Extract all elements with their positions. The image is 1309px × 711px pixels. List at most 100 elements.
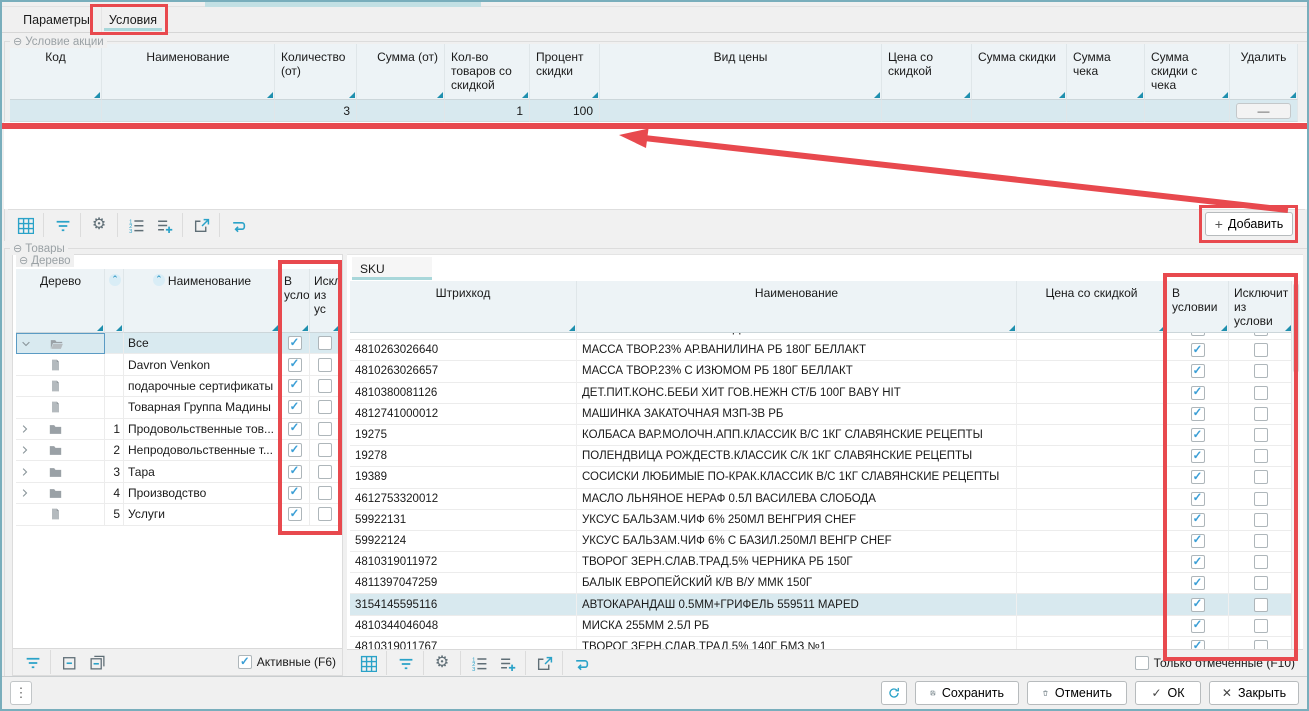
sku-name[interactable]: МАССА ТВОР.23% АР.ВАНИЛИНА РБ 180Г БЕЛЛА…: [577, 340, 1017, 361]
condition-cell[interactable]: [10, 100, 102, 122]
exclude-checkbox[interactable]: [318, 507, 332, 521]
sort-corner-icon[interactable]: [349, 92, 355, 98]
condition-column-header[interactable]: Удалить: [1230, 44, 1298, 100]
delete-row-button[interactable]: —: [1236, 103, 1291, 119]
sku-column-header[interactable]: Штрихкод: [350, 281, 577, 333]
tree-column-header[interactable]: ⌃I: [105, 269, 124, 333]
tree-row[interactable]: Товарная Группа Мадины✓: [16, 397, 341, 418]
sku-row[interactable]: 4812741000012МАШИНКА ЗАКАТОЧНАЯ МЗП-3В Р…: [350, 404, 1293, 425]
sku-row[interactable]: 19278ПОЛЕНДВИЦА РОЖДЕСТВ.КЛАССИК С/К 1КГ…: [350, 446, 1293, 467]
collapse-button[interactable]: [56, 649, 82, 675]
refresh-button[interactable]: [881, 681, 907, 705]
exclude-checkbox[interactable]: [318, 358, 332, 372]
sku-column-header[interactable]: Цена со скидкой: [1017, 281, 1167, 333]
tree-node-name[interactable]: Непродовольственные т...: [124, 440, 280, 461]
sku-row[interactable]: 4810319011972ТВОРОГ ЗЕРН.СЛАВ.ТРАД.5% ЧЕ…: [350, 552, 1293, 573]
condition-table-row[interactable]: 31100—: [10, 100, 1298, 122]
sort-corner-icon[interactable]: [272, 325, 278, 331]
tree-node-cell[interactable]: [16, 397, 105, 418]
tab-sku[interactable]: SKU: [352, 257, 432, 280]
exclude-checkbox[interactable]: [1254, 470, 1268, 484]
sku-row[interactable]: 19275КОЛБАСА ВАР.МОЛОЧН.АПП.КЛАССИК В/С …: [350, 425, 1293, 446]
sort-corner-icon[interactable]: [1221, 325, 1227, 331]
tree-node-cell[interactable]: [16, 461, 105, 482]
in-condition-checkbox[interactable]: ✓: [1191, 492, 1205, 506]
condition-column-header[interactable]: Сумма (от): [357, 44, 445, 100]
cancel-button[interactable]: Отменить: [1027, 681, 1127, 705]
open-external-button[interactable]: [531, 650, 557, 676]
sku-barcode[interactable]: 4810263026640: [350, 340, 577, 361]
sort-corner-icon[interactable]: [874, 92, 880, 98]
sku-column-header[interactable]: Исключит из услови: [1229, 281, 1293, 333]
sku-barcode[interactable]: 19275: [350, 425, 577, 446]
exclude-checkbox[interactable]: [318, 443, 332, 457]
in-condition-checkbox[interactable]: ✓: [288, 507, 302, 521]
sku-barcode[interactable]: 19389: [350, 467, 577, 488]
sku-discount-price[interactable]: [1017, 573, 1167, 594]
sort-corner-icon[interactable]: [1059, 92, 1065, 98]
tab-conditions[interactable]: Условия: [102, 7, 164, 32]
sku-barcode[interactable]: 19278: [350, 446, 577, 467]
numbered-list-button[interactable]: 123: [123, 212, 149, 238]
exclude-checkbox[interactable]: [318, 422, 332, 436]
in-condition-checkbox[interactable]: ✓: [288, 443, 302, 457]
tree-node-cell[interactable]: [16, 440, 105, 461]
condition-column-header[interactable]: Код: [10, 44, 102, 100]
tree-node-cell[interactable]: [16, 376, 105, 397]
sku-barcode[interactable]: 59922124: [350, 531, 577, 552]
in-condition-checkbox[interactable]: ✓: [1191, 407, 1205, 421]
tree-column-header[interactable]: ⌃Наименование: [124, 269, 280, 333]
scrollbar-thumb[interactable]: [1293, 283, 1299, 373]
sort-corner-icon[interactable]: [1159, 325, 1165, 331]
exclude-checkbox[interactable]: [318, 486, 332, 500]
tree-column-header[interactable]: В усло: [280, 269, 310, 333]
in-condition-checkbox[interactable]: ✓: [288, 465, 302, 479]
collapse-group-icon[interactable]: ⊖: [19, 255, 28, 267]
condition-cell[interactable]: 3: [275, 100, 357, 122]
sort-corner-icon[interactable]: [94, 92, 100, 98]
sku-discount-price[interactable]: [1017, 510, 1167, 531]
tree-node-cell[interactable]: [16, 504, 105, 525]
in-condition-checkbox[interactable]: ✓: [1191, 555, 1205, 569]
condition-column-header[interactable]: Наименование: [102, 44, 275, 100]
exclude-checkbox[interactable]: [1254, 534, 1268, 548]
filter-button[interactable]: [19, 649, 45, 675]
refresh-button[interactable]: [225, 212, 251, 238]
exclude-checkbox[interactable]: [1254, 619, 1268, 633]
tree-column-header[interactable]: Искл из ус: [310, 269, 341, 333]
chevron-right-icon[interactable]: [16, 444, 34, 456]
sku-name[interactable]: УКСУС БАЛЬЗАМ.ЧИФ 6% С БАЗИЛ.250МЛ ВЕНГР…: [577, 531, 1017, 552]
collapse-all-button[interactable]: [84, 649, 110, 675]
sku-name[interactable]: КОЛБАСА ВАР.МОЛОЧН.АПП.КЛАССИК В/С 1КГ С…: [577, 425, 1017, 446]
in-condition-checkbox[interactable]: ✓: [1191, 619, 1205, 633]
sort-corner-icon[interactable]: [964, 92, 970, 98]
in-condition-checkbox[interactable]: ✓: [288, 486, 302, 500]
numbered-list-button[interactable]: 123: [466, 650, 492, 676]
in-condition-checkbox[interactable]: ✓: [288, 400, 302, 414]
sku-discount-price[interactable]: [1017, 425, 1167, 446]
grid-button[interactable]: [355, 650, 381, 676]
condition-column-header[interactable]: Сумма скидки с чека: [1145, 44, 1230, 100]
close-button[interactable]: ✕Закрыть: [1209, 681, 1299, 705]
exclude-checkbox[interactable]: [318, 379, 332, 393]
condition-column-header[interactable]: Количество (от): [275, 44, 357, 100]
sku-barcode[interactable]: 4811397047259: [350, 573, 577, 594]
sku-barcode[interactable]: 4810263026657: [350, 361, 577, 382]
refresh-button[interactable]: [568, 650, 594, 676]
sku-discount-price[interactable]: [1017, 383, 1167, 404]
tree-node-cell[interactable]: [16, 333, 105, 354]
sku-name[interactable]: МАССА ТВОР.23% С ИЗЮМОМ РБ 180Г БЕЛЛАКТ: [577, 361, 1017, 382]
sort-corner-icon[interactable]: [116, 325, 122, 331]
tree-row[interactable]: Все✓: [16, 333, 341, 354]
sort-corner-icon[interactable]: [1290, 92, 1296, 98]
sku-name[interactable]: МИСКА 255ММ 2.5Л РБ: [577, 616, 1017, 637]
exclude-checkbox[interactable]: [1254, 364, 1268, 378]
exclude-checkbox[interactable]: [1254, 428, 1268, 442]
sort-ascending-icon[interactable]: ⌃: [109, 274, 121, 286]
active-f6-checkbox[interactable]: ✓: [238, 655, 252, 669]
only-marked-f10-checkbox[interactable]: [1135, 656, 1149, 670]
sort-corner-icon[interactable]: [522, 92, 528, 98]
in-condition-checkbox[interactable]: ✓: [1191, 576, 1205, 590]
in-condition-checkbox[interactable]: ✓: [288, 358, 302, 372]
sku-discount-price[interactable]: [1017, 361, 1167, 382]
